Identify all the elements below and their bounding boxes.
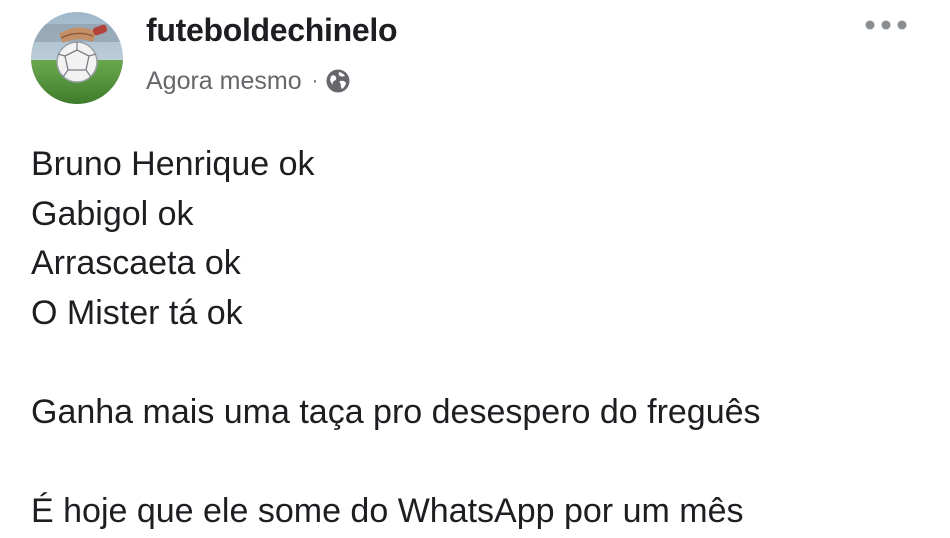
avatar[interactable] (31, 12, 123, 104)
post-text: Bruno Henrique ok Gabigol ok Arrascaeta … (31, 140, 931, 536)
post-text-line: Bruno Henrique ok (31, 145, 315, 183)
globe-icon[interactable] (325, 68, 351, 94)
post-text-line: Ganha mais uma taça pro desespero do fre… (31, 392, 761, 431)
post-text-blank-line (31, 338, 931, 388)
post-text-line: Arrascaeta ok (31, 244, 241, 282)
post-timestamp[interactable]: Agora mesmo (146, 67, 302, 96)
meta-separator: · (311, 70, 319, 92)
post-card: futeboldechinelo Agora mesmo · Bruno Hen… (0, 0, 950, 538)
post-text-line: É hoje que ele some do WhatsApp por um m… (31, 491, 744, 530)
more-horizontal-icon (864, 19, 908, 31)
post-text-line: O Mister tá ok (31, 293, 243, 332)
avatar-image (31, 12, 123, 104)
post-meta: Agora mesmo · (146, 64, 351, 98)
post-author-name[interactable]: futeboldechinelo (146, 12, 398, 49)
post-options-button[interactable] (858, 10, 914, 40)
post-text-line: Gabigol ok (31, 194, 194, 233)
post-text-blank-line (31, 437, 931, 487)
